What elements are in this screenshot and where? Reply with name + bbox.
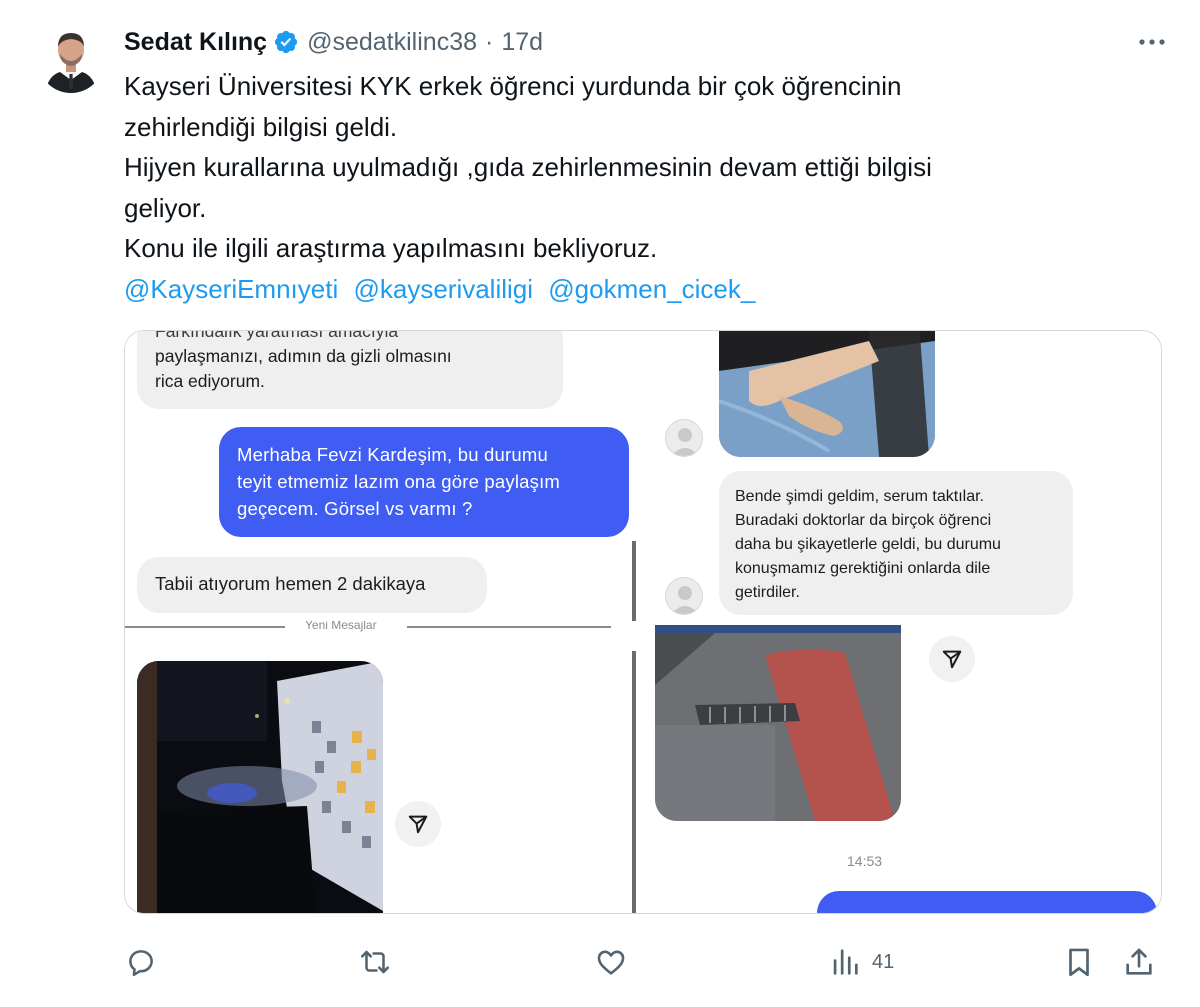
views-count: 41 <box>872 950 895 973</box>
chat-text: teyit etmemiz lazım ona göre paylaşım <box>237 471 561 492</box>
chat-message-received: Farkındalık yaratması amacıyla paylaşman… <box>137 331 563 409</box>
chat-message-sent-partial <box>817 891 1157 913</box>
mentions-line: @KayseriEmnıyeti @kayserivaliligi @gokme… <box>124 269 1144 310</box>
chat-photo-red-carpet <box>655 625 901 821</box>
new-messages-divider <box>407 626 611 628</box>
chat-photo-arm-iv <box>719 331 935 457</box>
chat-text: Bende şimdi geldim, serum taktılar. <box>735 488 984 505</box>
heart-icon <box>597 950 625 975</box>
tweet-line: Konu ile ilgili araştırma yapılmasını be… <box>124 233 658 263</box>
bookmark-icon <box>1069 948 1089 977</box>
separator-dot: · <box>485 27 494 56</box>
chat-text: daha bu şikayetlerle geldi, bu durumu <box>735 536 1001 553</box>
tweet-header: Sedat Kılınç @sedatkilinc38 · 17d <box>124 26 1170 58</box>
share-icon[interactable] <box>929 636 975 682</box>
mention-link[interactable]: @gokmen_cicek_ <box>548 274 755 304</box>
tweet-text: Kayseri Üniversitesi KYK erkek öğrenci y… <box>124 66 1144 309</box>
chat-text: Tabii atıyorum hemen 2 dakikaya <box>155 573 426 594</box>
mention-link[interactable]: @KayseriEmnıyeti <box>124 274 338 304</box>
retweet-icon <box>360 950 390 974</box>
contact-avatar-icon <box>665 419 703 457</box>
chat-photo-night-building <box>137 661 383 913</box>
tweet-line: Kayseri Üniversitesi KYK erkek öğrenci y… <box>124 71 902 101</box>
tweet-line: geliyor. <box>124 192 207 223</box>
chat-text: Buradaki doktorlar da birçok öğrenci <box>735 512 992 529</box>
author-avatar[interactable] <box>38 20 104 100</box>
new-messages-label: Yeni Mesajlar <box>305 621 377 632</box>
views-chart-icon <box>833 949 858 975</box>
retweet-button[interactable] <box>358 940 392 984</box>
like-button[interactable] <box>594 940 628 984</box>
reply-icon <box>129 950 153 977</box>
screenshot-edge <box>632 541 636 621</box>
author-name[interactable]: Sedat Kılınç <box>124 28 267 57</box>
tweet-media-image[interactable]: Farkındalık yaratması amacıyla paylaşman… <box>124 330 1162 914</box>
tweet-action-bar: 41 <box>124 940 1164 984</box>
mention-link[interactable]: @kayserivaliligi <box>353 274 533 304</box>
bookmark-button[interactable] <box>1062 940 1096 984</box>
chat-text: paylaşmanızı, adımın da gizli olmasını <box>155 346 452 366</box>
share-upload-icon <box>1126 948 1152 975</box>
views-button[interactable]: 41 <box>828 940 894 984</box>
screenshot-edge <box>632 651 636 913</box>
tweet: Sedat Kılınç @sedatkilinc38 · 17d Kayser… <box>0 0 1200 1007</box>
chat-message-sent: Merhaba Fevzi Kardeşim, bu durumu teyit … <box>219 427 629 537</box>
chat-screenshot-right: Bende şimdi geldim, serum taktılar. Bura… <box>639 331 1161 913</box>
share-icon[interactable] <box>395 801 441 847</box>
more-options-icon[interactable] <box>1134 28 1170 56</box>
tweet-line: Hijyen kurallarına uyulmadığı ,gıda zehi… <box>124 152 932 182</box>
chat-message-received: Bende şimdi geldim, serum taktılar. Bura… <box>719 471 1073 615</box>
chat-message-received: Tabii atıyorum hemen 2 dakikaya <box>137 557 487 613</box>
tweet-timestamp[interactable]: 17d <box>501 28 543 57</box>
chat-text: Farkındalık yaratması amacıyla <box>155 331 399 341</box>
chat-text: geçecem. Görsel vs varmı ? <box>237 498 473 519</box>
verified-badge-icon <box>273 29 299 55</box>
contact-avatar-icon <box>665 577 703 615</box>
chat-text: konuşmamız gerektiğini onlarda dile <box>735 560 991 577</box>
chat-text: Merhaba Fevzi Kardeşim, bu durumu <box>237 444 548 465</box>
chat-screenshot-left: Farkındalık yaratması amacıyla paylaşman… <box>125 331 639 913</box>
chat-text: getirdiler. <box>735 584 800 601</box>
chat-timestamp: 14:53 <box>847 853 883 869</box>
reply-button[interactable] <box>124 940 158 984</box>
author-handle[interactable]: @sedatkilinc38 <box>307 28 477 57</box>
new-messages-divider <box>125 626 285 628</box>
chat-text: rica ediyorum. <box>155 371 265 391</box>
tweet-line: zehirlendiği bilgisi geldi. <box>124 111 398 142</box>
share-button[interactable] <box>1122 940 1156 984</box>
